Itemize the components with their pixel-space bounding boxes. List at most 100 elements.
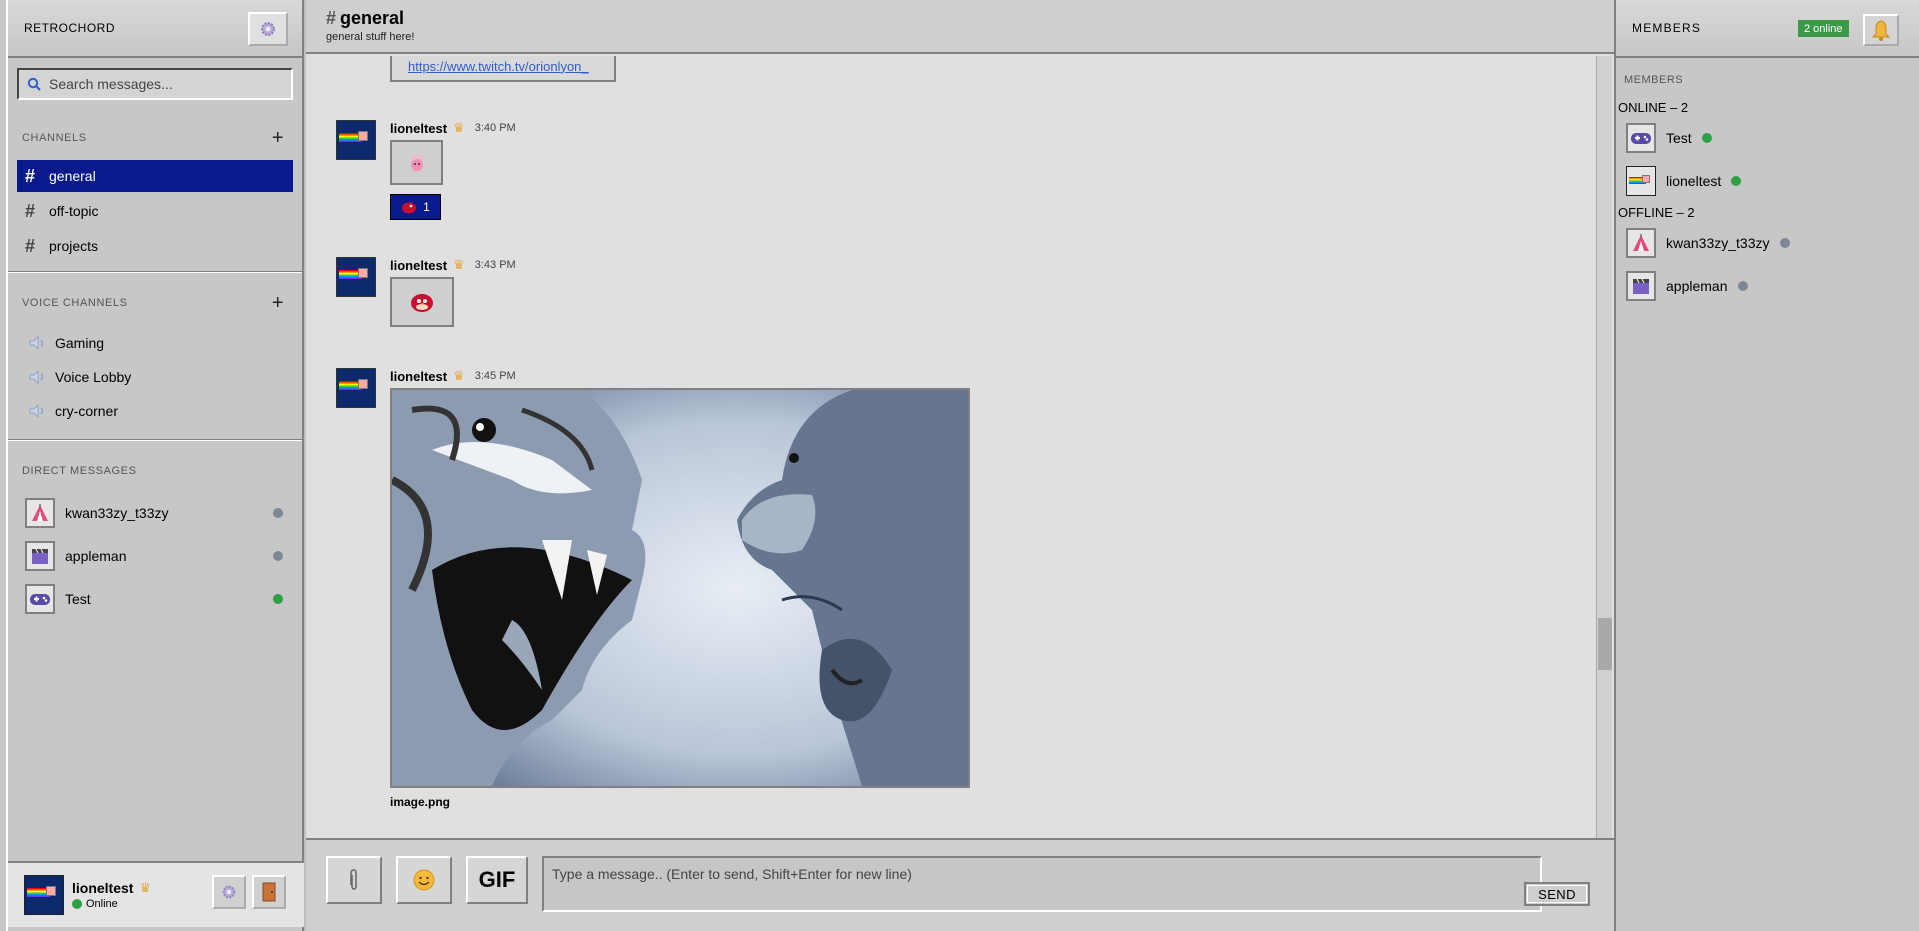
message-time: 3:43 PM <box>474 259 516 271</box>
members-panel: MEMBERS 2 online MEMBERS ONLINE – 2 Test… <box>1614 0 1919 931</box>
gear-icon <box>261 22 275 36</box>
door-icon <box>262 882 276 902</box>
chat-main: # general general stuff here! https://ww… <box>306 0 1614 931</box>
channels-heading: CHANNELS <box>22 132 87 144</box>
current-username: lioneltest <box>72 880 134 896</box>
status-dot-online <box>1731 176 1742 186</box>
settings-button[interactable] <box>248 12 288 46</box>
emoji-message <box>390 140 443 185</box>
nyan-cat-avatar[interactable] <box>336 257 376 297</box>
reaction-button[interactable]: 1 <box>390 194 441 220</box>
channel-label: projects <box>49 238 99 254</box>
dm-label: Test <box>65 591 91 607</box>
channel-item-projects[interactable]: # projects <box>17 230 293 262</box>
speaker-icon <box>29 336 44 350</box>
search-box[interactable] <box>17 68 293 100</box>
hash-icon: # <box>25 235 36 256</box>
notifications-button[interactable] <box>1863 14 1899 46</box>
user-status: Online <box>72 898 151 910</box>
nyan-cat-avatar[interactable] <box>336 368 376 408</box>
tiger-vs-chimp-image <box>392 390 968 786</box>
voice-label: cry-corner <box>55 403 119 419</box>
red-bird-icon <box>411 294 433 312</box>
voice-label: Gaming <box>55 335 105 351</box>
gif-button[interactable]: GIF <box>466 856 528 904</box>
user-settings-button[interactable] <box>212 875 246 909</box>
member-item-test[interactable]: Test <box>1616 118 1919 158</box>
voice-item-voice-lobby[interactable]: Voice Lobby <box>17 361 293 393</box>
sidebar-panel: RETROCHORD CHANNELS + # general # off-to… <box>6 0 304 931</box>
member-item-lioneltest[interactable]: lioneltest <box>1616 161 1919 201</box>
dm-heading: DIRECT MESSAGES <box>22 465 137 477</box>
crown-icon: ♛ <box>139 880 152 895</box>
logout-button[interactable] <box>252 875 286 909</box>
voice-item-cry-corner[interactable]: cry-corner <box>17 395 293 427</box>
message-input-box[interactable] <box>542 856 1542 912</box>
message-meta: lioneltest ♛ 3:45 PM <box>390 368 516 384</box>
channel-label: general <box>49 168 96 184</box>
channel-header: # general general stuff here! <box>306 0 1614 54</box>
hash-icon: # <box>25 200 36 221</box>
voice-section-header: VOICE CHANNELS + <box>8 293 302 313</box>
send-button[interactable]: SEND <box>1524 882 1590 906</box>
image-attachment[interactable] <box>390 388 970 788</box>
message-scrollbar[interactable] <box>1596 56 1612 838</box>
nyan-cat-avatar[interactable] <box>336 120 376 160</box>
red-bird-icon <box>402 202 417 214</box>
send-label: SEND <box>1527 885 1587 903</box>
voice-item-gaming[interactable]: Gaming <box>17 327 293 359</box>
search-input[interactable] <box>41 76 281 92</box>
online-group-heading: ONLINE – 2 <box>1618 100 1689 115</box>
user-status-label: Online <box>86 898 118 910</box>
dm-item-appleman[interactable]: appleman <box>17 536 293 576</box>
crown-icon: ♛ <box>453 257 465 272</box>
channel-item-off-topic[interactable]: # off-topic <box>17 195 293 227</box>
channels-section-header: CHANNELS + <box>8 128 302 148</box>
message-author[interactable]: lioneltest <box>390 121 447 136</box>
message-author[interactable]: lioneltest <box>390 258 447 273</box>
scrollbar-thumb[interactable] <box>1598 618 1612 670</box>
online-count-badge: 2 online <box>1798 20 1849 37</box>
status-dot-offline <box>1737 281 1748 291</box>
member-label: kwan33zy_t33zy <box>1666 235 1770 251</box>
emoji-button[interactable] <box>396 856 452 904</box>
link-embed: https://www.twitch.tv/orionlyon_ <box>390 56 616 82</box>
hash-icon: # <box>326 8 337 28</box>
voice-heading: VOICE CHANNELS <box>22 297 128 309</box>
offline-group-heading: OFFLINE – 2 <box>1618 205 1695 220</box>
tent-icon <box>1626 228 1656 258</box>
nyan-cat-avatar <box>1626 166 1656 196</box>
channel-name: general <box>340 8 405 28</box>
attach-button[interactable] <box>326 856 382 904</box>
emoji-message <box>390 277 454 327</box>
message-author[interactable]: lioneltest <box>390 369 447 384</box>
dm-item-kwan33zy[interactable]: kwan33zy_t33zy <box>17 493 293 533</box>
message-input[interactable] <box>552 866 1532 902</box>
dm-section-header: DIRECT MESSAGES <box>8 461 302 481</box>
message-meta: lioneltest ♛ 3:40 PM <box>390 120 516 136</box>
message-list[interactable]: https://www.twitch.tv/orionlyon_ lionelt… <box>306 56 1596 838</box>
status-dot-offline <box>1779 238 1790 248</box>
member-label: lioneltest <box>1666 173 1722 189</box>
nyan-cat-avatar[interactable] <box>24 875 64 915</box>
add-voice-channel-button[interactable]: + <box>268 293 288 313</box>
clapperboard-icon <box>1626 271 1656 301</box>
dm-item-test[interactable]: Test <box>17 579 293 619</box>
status-dot-offline <box>273 508 283 518</box>
channel-item-general[interactable]: # general <box>17 160 293 192</box>
bell-icon <box>1871 20 1891 41</box>
members-title: MEMBERS <box>1632 21 1702 35</box>
members-subheading: MEMBERS <box>1624 74 1684 86</box>
member-item-kwan33zy[interactable]: kwan33zy_t33zy <box>1616 223 1919 263</box>
crown-icon: ♛ <box>453 368 465 383</box>
status-dot-online <box>72 899 82 909</box>
reaction-count: 1 <box>423 200 430 214</box>
speaker-icon <box>29 404 44 418</box>
member-item-appleman[interactable]: appleman <box>1616 266 1919 306</box>
add-channel-button[interactable]: + <box>268 128 288 148</box>
pink-bunny-icon <box>410 153 423 171</box>
voice-label: Voice Lobby <box>55 369 132 385</box>
gamepad-icon <box>25 584 55 614</box>
channel-description: general stuff here! <box>326 31 415 43</box>
message-link[interactable]: https://www.twitch.tv/orionlyon_ <box>408 59 589 74</box>
